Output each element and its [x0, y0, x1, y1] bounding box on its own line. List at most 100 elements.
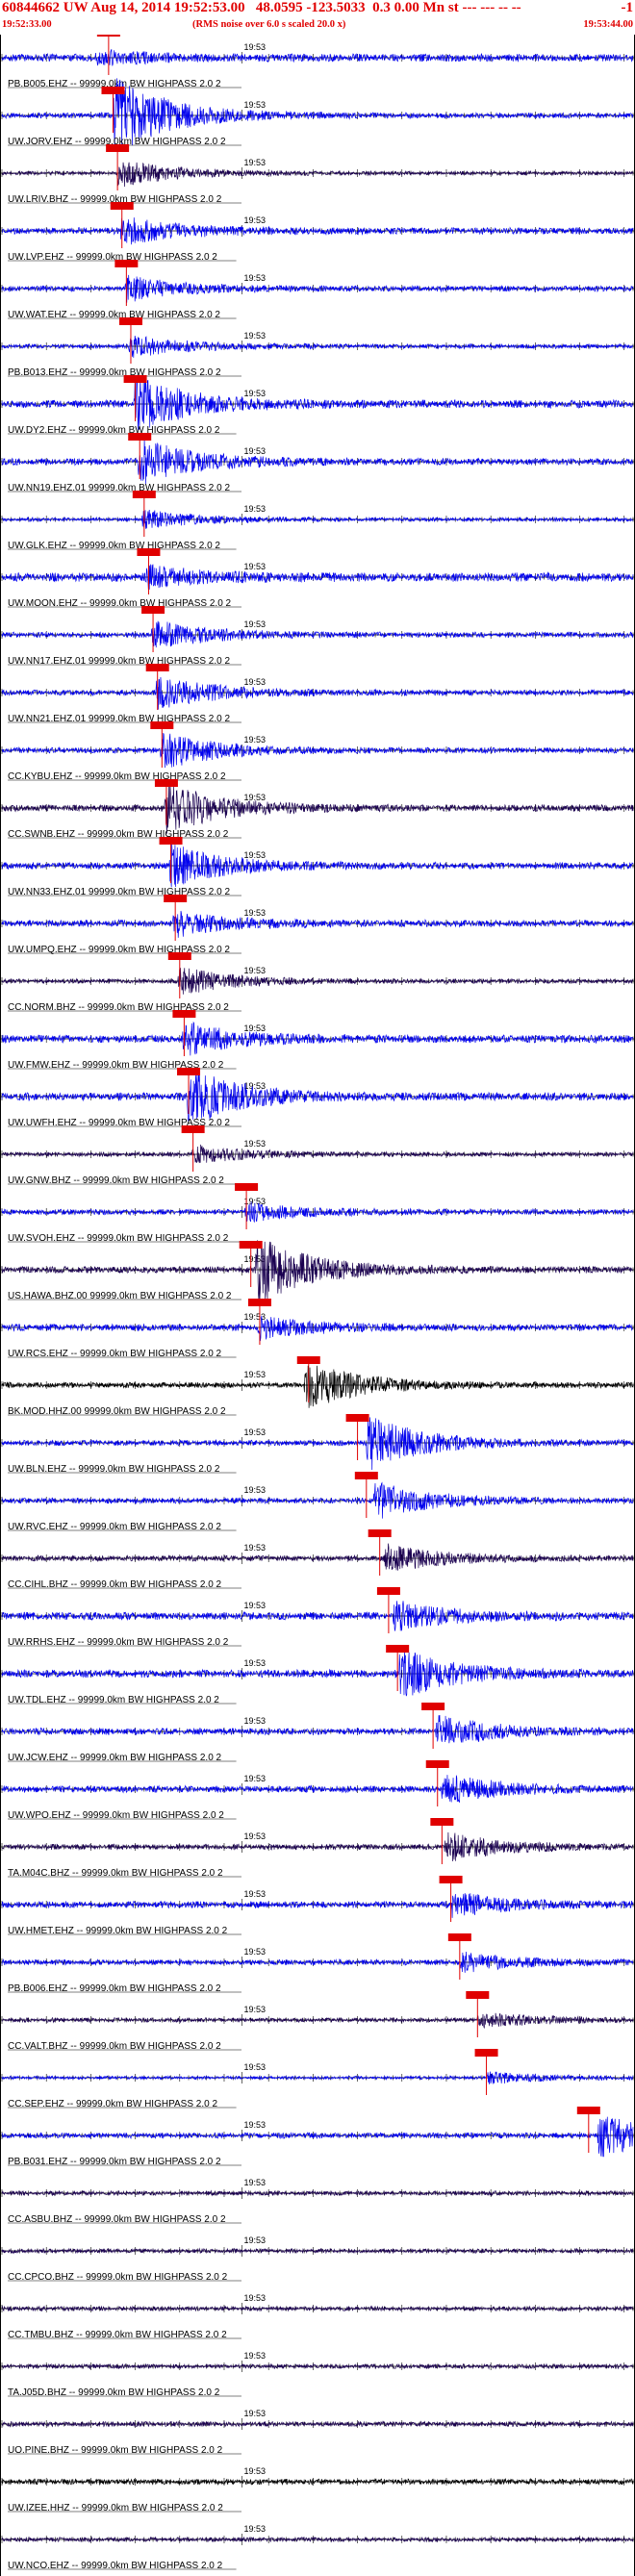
pick-marker [474, 2049, 498, 2057]
pick-marker [439, 1876, 463, 1883]
pick-marker [137, 548, 161, 556]
minute-tick-label: 19:53 [243, 2062, 266, 2072]
waveform [1, 335, 634, 358]
pick-marker [386, 1645, 410, 1653]
pick-marker [177, 1068, 201, 1075]
minute-tick-label: 19:53 [243, 1774, 266, 1783]
minute-tick-label: 19:53 [243, 215, 266, 225]
pick-marker [425, 1760, 449, 1768]
event-title: 60844662 UW Aug 14, 2014 19:52:53.00 48.… [2, 0, 521, 15]
trace-row: 19:53 UW.DY2.EHZ -- 99999.0km BW HIGHPASS… [0, 374, 635, 436]
waveform [1, 1715, 634, 1744]
waveform [1, 1365, 634, 1408]
station-label: UW.NN21.EHZ.01 99999.0km BW HIGHPASS 2.0… [8, 714, 230, 724]
minute-tick-label: 19:53 [243, 1543, 266, 1553]
trace-row: 19:53 UW.MOON.EHZ -- 99999.0km BW HIGHPAS… [0, 548, 635, 609]
station-label: CC.TMBU.BHZ -- 99999.0km BW HIGHPASS 2.0… [8, 2330, 227, 2340]
trace-row: 19:53UW.LRIV.BHZ -- 99999.0km BW HIGHPAS… [0, 144, 635, 205]
station-label: CC.SWNB.EHZ -- 99999.0km BW HIGHPASS 2.0… [8, 829, 229, 840]
pick-marker [447, 1933, 471, 1941]
minute-tick-label: 19:53 [243, 1081, 266, 1091]
minute-tick-label: 19:53 [243, 389, 266, 398]
start-time: 19:52:33.00 [2, 19, 52, 30]
waveform [1, 2116, 634, 2158]
header: 60844662 UW Aug 14, 2014 19:52:53.00 48.… [0, 0, 635, 35]
pick-marker [576, 2107, 600, 2114]
minute-tick-label: 19:53 [243, 908, 266, 918]
pick-marker [239, 1241, 263, 1249]
trace-row: 19:53 CC.ASBU.BHZ -- 99999.0km BW HIGHPAS… [0, 2178, 635, 2225]
trace-row: 19:53 UW.HMET.EHZ -- 99999.0km BW HIGHPAS… [0, 1876, 635, 1936]
pick-marker [368, 1529, 392, 1537]
trace-row: 19:53 CC.SEP.EHZ -- 99999.0km BW HIGHPASS… [0, 2049, 635, 2109]
rms-note: (RMS noise over 6.0 s scaled 20.0 x) [192, 19, 346, 30]
pick-marker [154, 779, 178, 787]
pick-marker [181, 1125, 205, 1133]
station-label: CC.SEP.EHZ -- 99999.0km BW HIGHPASS 2.0 … [8, 2099, 217, 2109]
station-label: CC.ASBU.BHZ -- 99999.0km BW HIGHPASS 2.0… [8, 2214, 226, 2225]
pick-marker [235, 1183, 259, 1191]
trace-row: 19:53 UW.GLK.EHZ -- 99999.0km BW HIGHPASS… [0, 491, 635, 551]
trace-row: 19:53 UW.JCW.EHZ -- 99999.0km BW HIGHPASS… [0, 1703, 635, 1763]
waveform [1, 162, 634, 188]
station-label: UW.UMPQ.EHZ -- 99999.0km BW HIGHPASS 2.0… [8, 945, 230, 955]
station-label: CC.VALT.BHZ -- 99999.0km BW HIGHPASS 2.0… [8, 2041, 221, 2052]
minute-tick-label: 19:53 [243, 619, 266, 629]
minute-tick-label: 19:53 [243, 2235, 266, 2245]
pick-marker [354, 1472, 378, 1479]
station-label: UW.NCO.EHZ -- 99999.0km BW HIGHPASS 2.0 … [8, 2561, 223, 2571]
trace-row: 19:53 UW.UMPQ.EHZ -- 99999.0km BW HIGHPAS… [0, 895, 635, 955]
station-label: US.HAWA.BHZ.00 99999.0km BW HIGHPASS 2.0… [8, 1291, 232, 1301]
pick-marker [172, 1010, 196, 1018]
pick-marker [345, 1414, 369, 1422]
minute-tick-label: 19:53 [243, 331, 266, 341]
minute-tick-label: 19:53 [243, 2409, 266, 2418]
minute-tick-label: 19:53 [243, 158, 266, 167]
trace-row: 19:53 UW.RCS.EHZ -- 99999.0km BW HIGHPASS… [0, 1299, 635, 1359]
pick-marker [118, 317, 142, 325]
station-label: UW.RVC.EHZ -- 99999.0km BW HIGHPASS 2.0 … [8, 1522, 221, 1532]
trace-row: 19:53UW.FMW.EHZ -- 99999.0km BW HIGHPASS… [0, 1010, 635, 1071]
station-label: UW.JCW.EHZ -- 99999.0km BW HIGHPASS 2.0 … [8, 1753, 222, 1763]
minute-tick-label: 19:53 [243, 504, 266, 514]
pick-marker [110, 202, 134, 210]
trace-row: 19:53 CC.TMBU.BHZ -- 99999.0km BW HIGHPAS… [0, 2293, 635, 2340]
trace-row: 19:53 UO.PINE.BHZ -- 99999.0km BW HIGHPAS… [0, 2409, 635, 2456]
trace-row: 19:53 UW.NN17.EHZ.01 99999.0km BW HIGHPAS… [0, 606, 635, 667]
pick-marker [164, 895, 188, 902]
station-label: UW.MOON.EHZ -- 99999.0km BW HIGHPASS 2.0… [8, 598, 232, 609]
minute-tick-label: 19:53 [243, 1139, 266, 1149]
minute-tick-label: 19:53 [243, 735, 266, 745]
waveform [1, 2071, 634, 2084]
waveform [1, 1315, 634, 1342]
trace-row: 19:53 UW.LVP.EHZ -- 99999.0km BW HIGHPASS… [0, 202, 635, 263]
pick-marker [466, 1991, 490, 1999]
waveform [1, 1893, 634, 1918]
minute-tick-label: 19:53 [243, 1947, 266, 1957]
waveform [1, 374, 634, 431]
pick-marker [376, 1587, 400, 1595]
waveform [1, 2189, 634, 2197]
minute-tick-label: 19:53 [243, 1370, 266, 1379]
station-label: UW.DY2.EHZ -- 99999.0km BW HIGHPASS 2.0 … [8, 425, 220, 436]
station-label: UW.IZEE.HHZ -- 99999.0km BW HIGHPASS 2.0… [8, 2503, 223, 2513]
minute-tick-label: 19:53 [243, 850, 266, 860]
minute-tick-label: 19:53 [243, 1716, 266, 1726]
waveform [1, 1775, 634, 1804]
trace-row: 19:53 UW.NN21.EHZ.01 99999.0km BW HIGHPAS… [0, 664, 635, 724]
trace-row: 19:53UW.SVOH.EHZ -- 99999.0km BW HIGHPAS… [0, 1183, 635, 1244]
station-label: CC.CPCO.BHZ -- 99999.0km BW HIGHPASS 2.0… [8, 2272, 228, 2283]
minute-tick-label: 19:53 [243, 1427, 266, 1437]
event-title-tail: -1 [621, 0, 634, 15]
minute-tick-label: 19:53 [243, 2005, 266, 2014]
station-label: PB.B006.EHZ -- 99999.0km BW HIGHPASS 2.0… [8, 1983, 221, 1994]
station-label: UW.SVOH.EHZ -- 99999.0km BW HIGHPASS 2.0… [8, 1233, 229, 1244]
trace-row: 19:53 CC.VALT.BHZ -- 99999.0km BW HIGHPAS… [0, 1991, 635, 2052]
pick-marker [167, 952, 191, 960]
seismogram-plot: 19:53PB.B005.EHZ -- 99999.0km BW HIGHPAS… [0, 35, 635, 2576]
waveform [1, 2012, 634, 2029]
trace-row: 19:53 UW.IZEE.HHZ -- 99999.0km BW HIGHPAS… [0, 2466, 635, 2513]
trace-row: 19:53 UW.NCO.EHZ -- 99999.0km BW HIGHPASS… [0, 2524, 635, 2571]
minute-tick-label: 19:53 [243, 1601, 266, 1610]
station-label: UW.WAT.EHZ -- 99999.0km BW HIGHPASS 2.0 … [8, 310, 220, 320]
